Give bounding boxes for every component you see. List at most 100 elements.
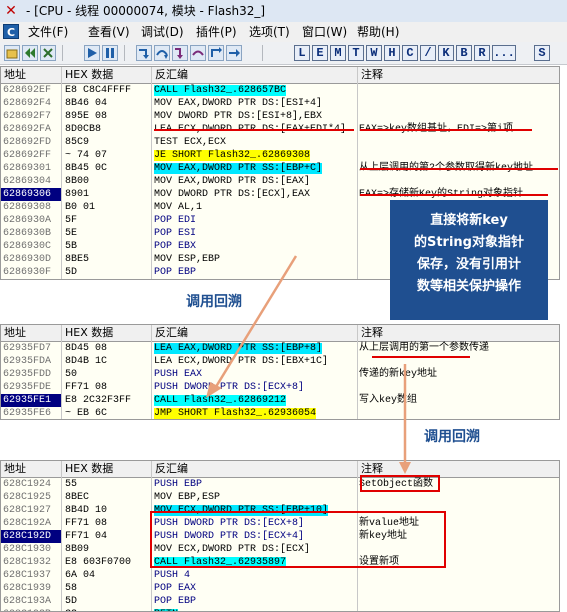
run-icon[interactable] — [84, 45, 100, 61]
col-address[interactable]: 地址 — [1, 325, 59, 341]
row-disasm: MOV EAX,DWORD PTR SS:[EBP+C] — [154, 162, 354, 175]
goto-expression-icon[interactable] — [226, 45, 242, 61]
disasm-row[interactable]: 628692F7 895E 08 MOV DWORD PTR DS:[ESI+8],… — [1, 110, 559, 123]
col-comment[interactable]: 注释 — [357, 325, 559, 341]
disasm-row[interactable]: 628C1924 55 PUSH EBP SetObject函数 — [1, 478, 559, 491]
col-comment[interactable]: 注释 — [357, 67, 559, 83]
breakpoints-window-button[interactable]: B — [456, 45, 472, 61]
row-hex: C3 — [65, 608, 149, 611]
disasm-row[interactable]: 628C193B C3 RETN — [1, 608, 559, 611]
callout-line: 的String对象指针 — [413, 235, 524, 250]
disasm-row[interactable]: 62935FDD 50 PUSH EAX 传递的新key地址 — [1, 368, 559, 381]
row-disasm: LEA ECX,DWORD PTR DS:[EBX+1C] — [154, 355, 354, 368]
disasm-row[interactable]: 628C193A 5D POP EBP — [1, 595, 559, 608]
disasm-row[interactable]: 62935FE6 ~ EB 6C JMP SHORT Flash32_.629360… — [1, 407, 559, 419]
row-hex: ~ 74 07 — [65, 150, 108, 161]
threads-window-button[interactable]: T — [348, 45, 364, 61]
window-title-bar: ✕ - [CPU - 线程 00000074, 模块 - Flash32_] — [0, 0, 567, 23]
step-into-icon[interactable] — [136, 45, 152, 61]
row-hex: 5D — [65, 596, 78, 607]
row-hex: 8D4B 1C — [65, 356, 108, 367]
handles-window-button[interactable]: H — [384, 45, 400, 61]
disasm-row[interactable]: 628692EF E8 C8C4FFFF CALL Flash32_.628657B… — [1, 84, 559, 97]
pause-icon[interactable] — [102, 45, 118, 61]
row-hex: 8B46 04 — [65, 98, 108, 109]
col-disasm[interactable]: 反汇编 — [151, 325, 357, 341]
toolbar: L E M T W H C / K B R ... S — [0, 42, 567, 65]
col-disasm[interactable]: 反汇编 — [151, 67, 357, 83]
open-icon[interactable] — [4, 45, 20, 61]
menu-view[interactable]: 查看(V) — [88, 24, 130, 40]
col-hex[interactable]: HEX 数据 — [61, 325, 151, 341]
log-window-button[interactable]: L — [294, 45, 310, 61]
row-hex: 55 — [65, 479, 78, 490]
menu-file[interactable]: 文件(F) — [28, 24, 68, 40]
col-disasm[interactable]: 反汇编 — [151, 461, 357, 477]
memory-window-button[interactable]: M — [330, 45, 346, 61]
col-hex[interactable]: HEX 数据 — [61, 67, 151, 83]
menu-debug[interactable]: 调试(D) — [141, 24, 184, 40]
disasm-text: MOV ESP,EBP — [154, 254, 221, 265]
disasm-row[interactable]: 628692F4 8B46 04 MOV EAX,DWORD PTR DS:[ESI… — [1, 97, 559, 110]
close-process-icon[interactable] — [40, 45, 56, 61]
source-window-button[interactable]: S — [534, 45, 550, 61]
disasm-text: LEA EAX,DWORD PTR SS:[EBP+8] — [154, 343, 323, 354]
references-window-button[interactable]: R — [474, 45, 490, 61]
row-hex: 895E 08 — [65, 111, 108, 122]
disasm-row[interactable]: 62935FDA 8D4B 1C LEA ECX,DWORD PTR DS:[EBX… — [1, 355, 559, 368]
call-stack-window-button[interactable]: K — [438, 45, 454, 61]
row-disasm: CALL Flash32_.628657BC — [154, 84, 354, 97]
row-hex: 8BE5 — [65, 254, 90, 265]
menu-plugins[interactable]: 插件(P) — [196, 24, 237, 40]
disasm-row[interactable]: 628692FD 85C9 TEST ECX,ECX — [1, 136, 559, 149]
modules-window-button[interactable]: E — [312, 45, 328, 61]
execute-till-return-icon[interactable] — [208, 45, 224, 61]
menu-options[interactable]: 选项(T) — [249, 24, 290, 40]
col-address[interactable]: 地址 — [1, 67, 59, 83]
row-hex: FF71 08 — [65, 382, 108, 393]
disasm-row[interactable]: 628C1925 8BEC MOV EBP,ESP — [1, 491, 559, 504]
disasm-row[interactable]: 62869304 8B00 MOV EAX,DWORD PTR DS:[EAX] — [1, 175, 559, 188]
patches-window-button[interactable]: / — [420, 45, 436, 61]
cpu-window-icon[interactable]: C — [3, 24, 19, 39]
menu-help[interactable]: 帮助(H) — [357, 24, 399, 40]
restart-icon[interactable] — [22, 45, 38, 61]
trace-over-icon[interactable] — [190, 45, 206, 61]
col-hex[interactable]: HEX 数据 — [61, 461, 151, 477]
row-comment: 写入key数组 — [359, 395, 418, 406]
arrow-label-callback-1: 调用回溯 — [186, 294, 242, 310]
column-divider — [61, 461, 62, 611]
trace-into-icon[interactable] — [172, 45, 188, 61]
row-disasm: MOV ESP,EBP — [154, 253, 354, 266]
disasm-row[interactable]: 62935FE1 E8 2C32F3FF CALL Flash32_.6286921… — [1, 394, 559, 407]
run-trace-window-button[interactable]: ... — [492, 45, 516, 61]
row-disasm: PUSH EBP — [154, 478, 354, 491]
disasm-text: POP EAX — [154, 583, 197, 594]
row-address: 628C1924 — [3, 479, 52, 490]
step-over-icon[interactable] — [154, 45, 170, 61]
windows-window-button[interactable]: W — [366, 45, 382, 61]
disasm-row[interactable]: 628692FF ~ 74 07 JE SHORT Flash32_.6286930… — [1, 149, 559, 162]
row-address: 628C1939 — [3, 583, 52, 594]
row-disasm: MOV EAX,DWORD PTR DS:[ESI+4] — [154, 97, 354, 110]
menu-window[interactable]: 窗口(W) — [302, 24, 347, 40]
annotation-underline-comment-2 — [360, 168, 558, 170]
row-disasm: JE SHORT Flash32_.62869308 — [154, 149, 354, 162]
row-disasm: MOV DWORD PTR DS:[ESI+8],EBX — [154, 110, 354, 123]
row-address: 62935FDD — [3, 369, 52, 380]
disasm-row[interactable]: 62935FDE FF71 08 PUSH DWORD PTR DS:[ECX+8] — [1, 381, 559, 394]
disasm-row[interactable]: 62935FD7 8D45 08 LEA EAX,DWORD PTR SS:[EBP… — [1, 342, 559, 355]
col-address[interactable]: 地址 — [1, 461, 59, 477]
row-address: 6286930C — [3, 241, 52, 252]
row-comment: 传递的新key地址 — [359, 369, 438, 380]
callout-line: 直接将新key — [430, 213, 508, 228]
disasm-row[interactable]: 628C1937 6A 04 PUSH 4 — [1, 569, 559, 582]
row-address: 628C192A — [3, 518, 52, 529]
disasm-text: JE SHORT Flash32_.62869308 — [154, 150, 311, 161]
cpu-window-button[interactable]: C — [402, 45, 418, 61]
annotation-underline-panel2 — [372, 356, 470, 358]
disasm-panel-2: 地址 HEX 数据 反汇编 注释 62935FD7 8D45 08 LEA EAX,… — [0, 324, 560, 420]
annotation-underline-comment-3 — [360, 194, 548, 196]
app-icon[interactable]: ✕ — [3, 3, 19, 19]
disasm-row[interactable]: 628C1939 58 POP EAX — [1, 582, 559, 595]
